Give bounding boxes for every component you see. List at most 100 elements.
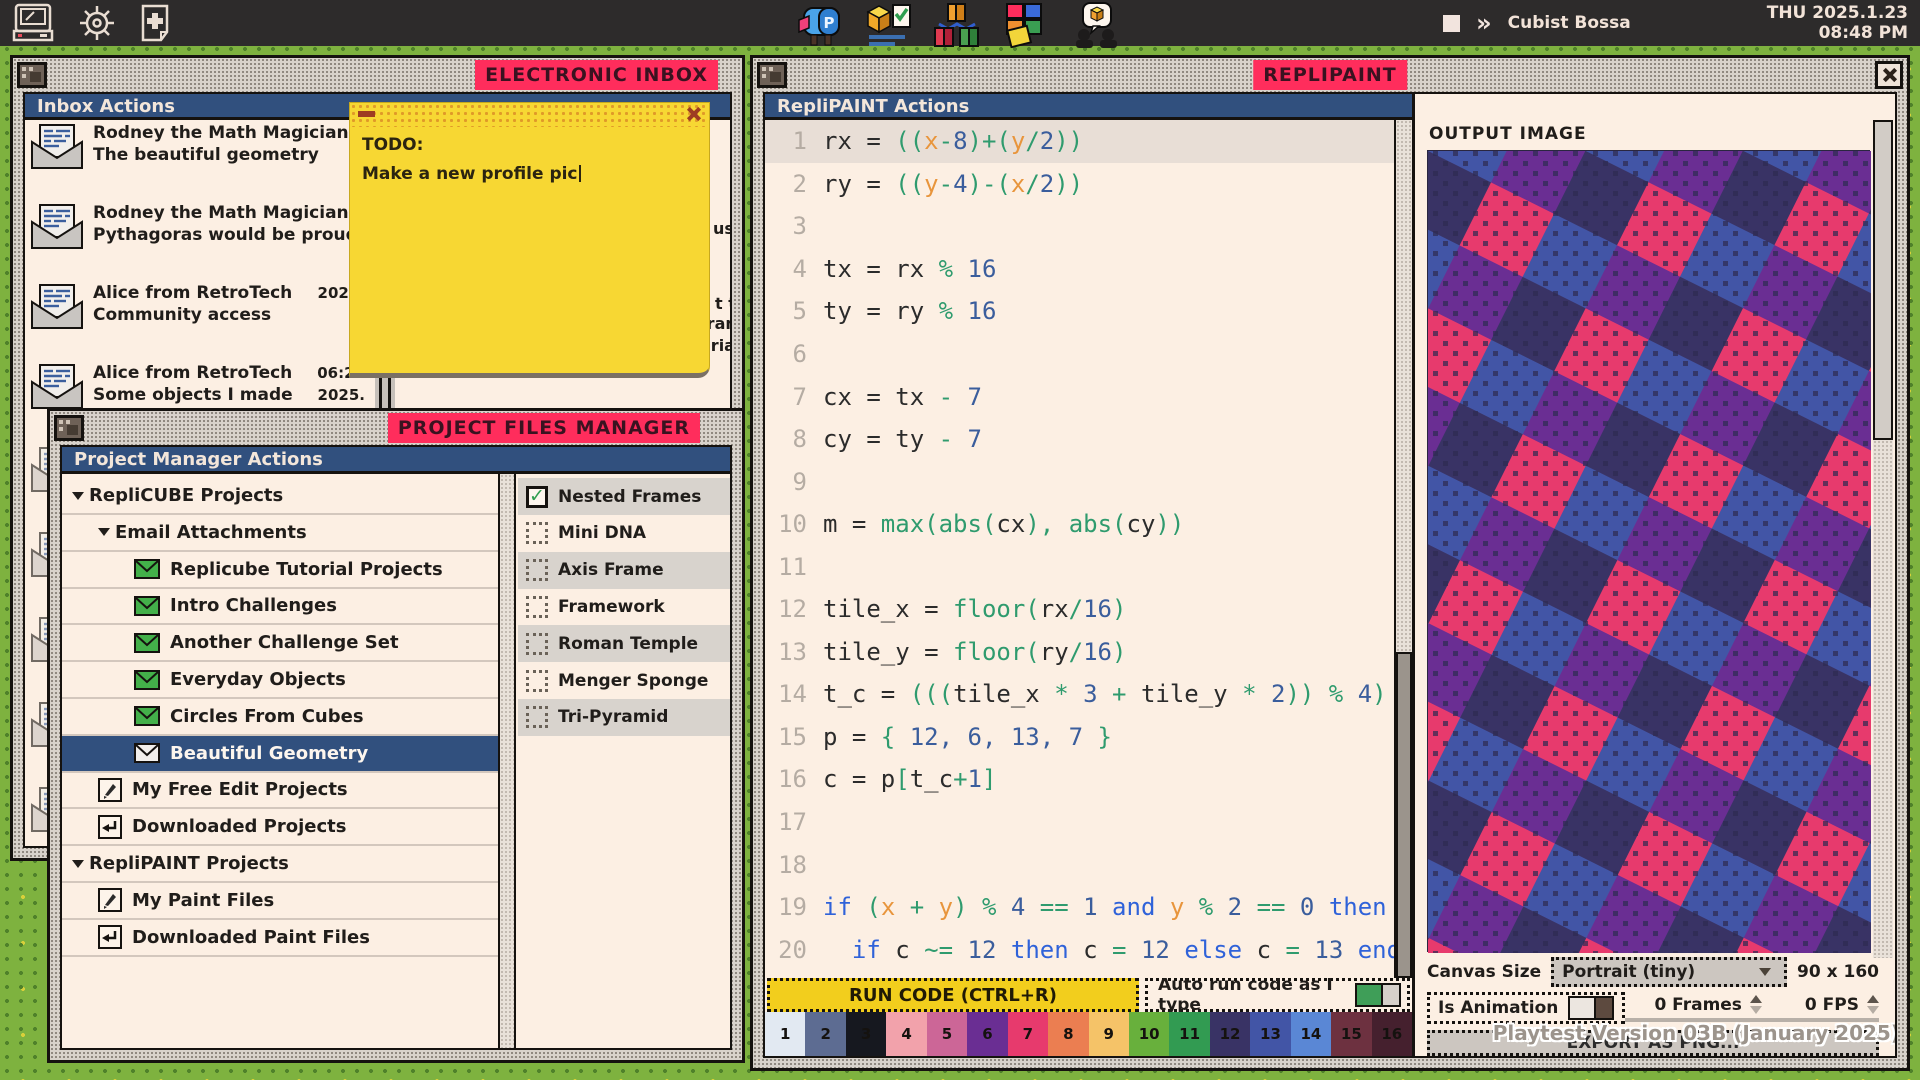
code-line-6: 6: [765, 333, 1412, 376]
auto-run-toggle[interactable]: [1355, 983, 1401, 1007]
project-manager-actions-menu[interactable]: Project Manager Actions: [62, 447, 730, 474]
step-down-icon[interactable]: [1867, 1006, 1879, 1014]
auto-run-box: Auto run code as I type: [1145, 978, 1410, 1012]
export-png-button[interactable]: EXPORT AS PNG... Playtest Version 03B (J…: [1427, 1030, 1879, 1056]
frames-control: 0 Frames: [1625, 995, 1762, 1022]
palette-color-2[interactable]: 2: [805, 1012, 845, 1056]
tree-item-circles-from-cubes[interactable]: Circles From Cubes: [62, 699, 498, 736]
replipaint-actions-menu[interactable]: RepliPAINT Actions: [765, 94, 1412, 120]
file-item-label: Menger Sponge: [558, 671, 708, 691]
file-item-framework[interactable]: Framework: [518, 588, 730, 625]
line-number: 1: [769, 127, 807, 155]
community-app-icon[interactable]: [1071, 2, 1123, 48]
output-scrollbar[interactable]: [1873, 120, 1893, 958]
palette-color-3[interactable]: 3: [846, 1012, 886, 1056]
checkbox[interactable]: [526, 522, 548, 544]
is-animation-toggle[interactable]: [1568, 996, 1614, 1020]
replicube-app-icon[interactable]: [931, 2, 983, 48]
file-item-mini-dna[interactable]: Mini DNA: [518, 515, 730, 552]
code-scrollbar[interactable]: [1394, 120, 1412, 978]
mailbox-app-icon[interactable]: P: [795, 2, 845, 46]
todo-list-app-icon[interactable]: [863, 2, 913, 46]
new-file-icon[interactable]: [140, 4, 170, 42]
checkbox[interactable]: [526, 559, 548, 581]
palette-color-11[interactable]: 11: [1169, 1012, 1209, 1056]
file-item-axis-frame[interactable]: Axis Frame: [518, 552, 730, 589]
code-scrollbar-thumb[interactable]: [1396, 652, 1412, 978]
palette-color-5[interactable]: 5: [927, 1012, 967, 1056]
palette-color-10[interactable]: 10: [1129, 1012, 1169, 1056]
palette-color-13[interactable]: 13: [1250, 1012, 1290, 1056]
tree-item-my-free-edit-projects[interactable]: My Free Edit Projects: [62, 772, 498, 809]
tree-item-beautiful-geometry[interactable]: Beautiful Geometry: [62, 736, 498, 773]
tree-item-replipaint-projects[interactable]: RepliPAINT Projects: [62, 846, 498, 883]
email-list-item[interactable]: Rodney the Math MagicianThe beautiful ge…: [29, 122, 375, 194]
palette-color-14[interactable]: 14: [1291, 1012, 1331, 1056]
tree-item-replicube-tutorial-projects[interactable]: Replicube Tutorial Projects: [62, 552, 498, 589]
email-list-item[interactable]: Rodney the Math MagicianPythagoras would…: [29, 202, 375, 274]
step-up-icon[interactable]: [1867, 995, 1879, 1003]
checkbox[interactable]: [526, 633, 548, 655]
expander-icon[interactable]: [72, 492, 84, 500]
email-sender-subject: Rodney the Math MagicianPythagoras would…: [93, 202, 358, 246]
project-tree-scrollbar[interactable]: [498, 474, 516, 1048]
replipaint-window-menu-icon[interactable]: [757, 62, 787, 88]
inbox-window-menu-icon[interactable]: [17, 62, 47, 88]
tree-item-my-paint-files[interactable]: My Paint Files: [62, 883, 498, 920]
palette-color-9[interactable]: 9: [1089, 1012, 1129, 1056]
palette-color-7[interactable]: 7: [1008, 1012, 1048, 1056]
checkbox[interactable]: [526, 706, 548, 728]
step-up-icon[interactable]: [1750, 995, 1762, 1003]
canvas-size-select[interactable]: Portrait (tiny): [1551, 957, 1787, 987]
music-stop-icon[interactable]: [1443, 15, 1460, 32]
tree-item-downloaded-projects[interactable]: Downloaded Projects: [62, 809, 498, 846]
sticky-note-header[interactable]: [350, 103, 709, 127]
file-item-nested-frames[interactable]: ✓Nested Frames: [518, 478, 730, 515]
replipaint-close-button[interactable]: [1875, 61, 1903, 89]
fps-stepper[interactable]: [1867, 995, 1879, 1014]
palette-color-15[interactable]: 15: [1331, 1012, 1371, 1056]
tree-item-email-attachments[interactable]: Email Attachments: [62, 515, 498, 552]
frames-stepper[interactable]: [1750, 995, 1762, 1014]
note-close-icon[interactable]: [685, 106, 701, 122]
palette-color-6[interactable]: 6: [967, 1012, 1007, 1056]
project-file-list: ✓Nested FramesMini DNAAxis FrameFramewor…: [518, 474, 730, 1048]
code-editor[interactable]: 1rx = ((x-8)+(y/2))2ry = ((y-4)-(x/2))34…: [765, 120, 1412, 978]
note-text-input[interactable]: Make a new profile pic: [362, 164, 697, 184]
tree-item-replicube-projects[interactable]: RepliCUBE Projects: [62, 478, 498, 515]
expander-icon[interactable]: [72, 860, 84, 868]
run-code-button[interactable]: RUN CODE (CTRL+R): [767, 978, 1139, 1012]
line-number: 8: [769, 425, 807, 453]
settings-gear-icon[interactable]: [76, 2, 118, 44]
replipaint-titlebar: REPLIPAINT: [753, 58, 1907, 92]
tree-item-downloaded-paint-files[interactable]: Downloaded Paint Files: [62, 920, 498, 957]
file-item-tri-pyramid[interactable]: Tri-Pyramid: [518, 699, 730, 736]
file-item-menger-sponge[interactable]: Menger Sponge: [518, 662, 730, 699]
checkbox[interactable]: [526, 670, 548, 692]
expander-icon[interactable]: [98, 528, 110, 536]
tree-item-intro-challenges[interactable]: Intro Challenges: [62, 588, 498, 625]
code-line-12: 12tile_x = floor(rx/16): [765, 588, 1412, 631]
tree-item-another-challenge-set[interactable]: Another Challenge Set: [62, 625, 498, 662]
checkbox[interactable]: [526, 596, 548, 618]
file-item-roman-temple[interactable]: Roman Temple: [518, 625, 730, 662]
tree-item-everyday-objects[interactable]: Everyday Objects: [62, 662, 498, 699]
palette-color-1[interactable]: 1: [765, 1012, 805, 1056]
envelope-icon: [29, 362, 85, 410]
tree-item-label: Downloaded Paint Files: [132, 927, 370, 948]
output-scrollbar-thumb[interactable]: [1873, 120, 1893, 440]
email-list-item[interactable]: Alice from RetroTechCommunity access2023…: [29, 282, 375, 354]
preview-text-line: t th: [715, 294, 730, 313]
palette-color-8[interactable]: 8: [1048, 1012, 1088, 1056]
note-minimize-icon[interactable]: [358, 111, 375, 117]
clock-time: 08:48 PM: [1767, 23, 1908, 43]
palette-color-16[interactable]: 16: [1372, 1012, 1412, 1056]
computer-icon[interactable]: [12, 3, 54, 43]
checkbox[interactable]: ✓: [526, 486, 548, 508]
music-skip-icon[interactable]: »: [1476, 11, 1492, 35]
palette-color-4[interactable]: 4: [886, 1012, 926, 1056]
palette-color-12[interactable]: 12: [1210, 1012, 1250, 1056]
pfm-window-menu-icon[interactable]: [54, 415, 84, 441]
color-grid-app-icon[interactable]: [1001, 2, 1053, 48]
step-down-icon[interactable]: [1750, 1006, 1762, 1014]
